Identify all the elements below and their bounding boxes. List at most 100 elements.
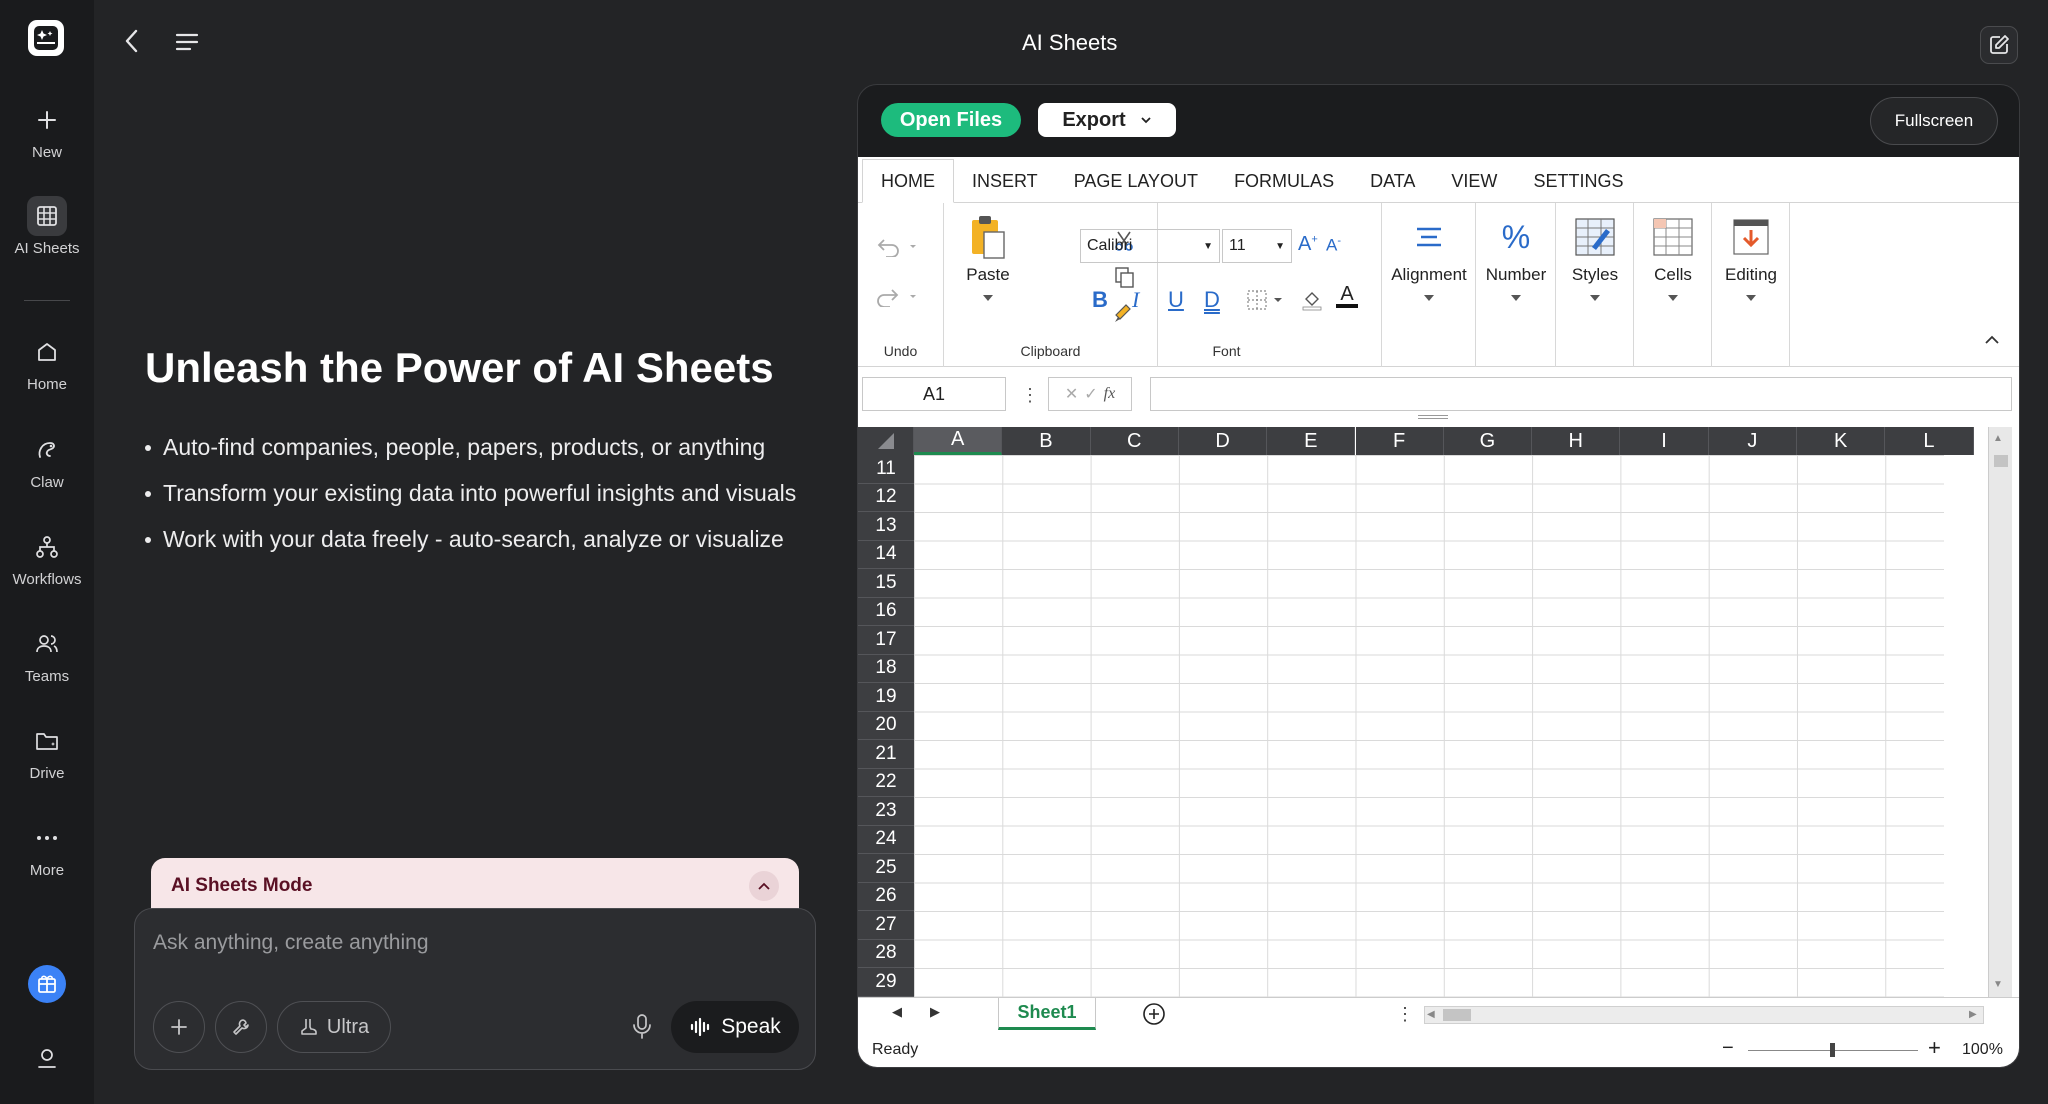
column-header[interactable]: I <box>1620 427 1709 455</box>
collapse-mode-button[interactable] <box>749 871 779 901</box>
bold-icon[interactable]: B <box>1092 287 1108 313</box>
sidebar-item-new[interactable]: New <box>0 100 94 161</box>
scroll-left-icon[interactable]: ◀ <box>1427 1009 1435 1020</box>
column-header[interactable]: F <box>1355 427 1444 455</box>
sidebar-item-ai-sheets[interactable]: AI Sheets <box>0 196 94 257</box>
cancel-icon[interactable]: ✕ <box>1065 384 1078 404</box>
name-box[interactable]: A1 <box>862 377 1006 411</box>
confirm-icon[interactable]: ✓ <box>1084 384 1097 404</box>
underline-icon[interactable]: U <box>1168 287 1184 313</box>
sidebar-item-drive[interactable]: Drive <box>0 721 94 782</box>
number-button[interactable]: % Number <box>1476 215 1556 301</box>
resize-handle[interactable] <box>1418 415 1448 419</box>
tab-settings[interactable]: SETTINGS <box>1515 160 1641 202</box>
italic-icon[interactable]: I <box>1132 287 1139 313</box>
row-header[interactable]: 28 <box>858 939 914 968</box>
increase-font-icon[interactable]: A+ <box>1298 233 1318 256</box>
column-header[interactable]: A <box>914 427 1003 455</box>
select-all-corner[interactable] <box>858 427 914 455</box>
row-header[interactable]: 13 <box>858 512 914 541</box>
row-header[interactable]: 12 <box>858 483 914 512</box>
chat-input[interactable] <box>153 927 793 959</box>
gift-icon[interactable] <box>27 964 67 1004</box>
row-header[interactable]: 18 <box>858 654 914 683</box>
column-header[interactable]: B <box>1002 427 1091 455</box>
row-header[interactable]: 17 <box>858 626 914 655</box>
alignment-button[interactable]: Alignment <box>1382 215 1476 301</box>
sidebar-item-home[interactable]: Home <box>0 332 94 393</box>
fx-icon[interactable]: fx <box>1104 385 1116 403</box>
row-header[interactable]: 14 <box>858 540 914 569</box>
column-header[interactable]: J <box>1708 427 1797 455</box>
vertical-scrollbar[interactable]: ▲ ▼ <box>1988 427 2012 997</box>
row-header[interactable]: 23 <box>858 797 914 826</box>
microphone-icon[interactable] <box>631 1013 653 1041</box>
double-underline-icon[interactable]: D <box>1204 287 1220 313</box>
scroll-right-icon[interactable]: ▶ <box>1969 1009 1977 1020</box>
row-header[interactable]: 29 <box>858 968 914 997</box>
open-files-button[interactable]: Open Files <box>881 103 1021 137</box>
export-button[interactable]: Export <box>1038 103 1176 137</box>
tab-data[interactable]: DATA <box>1352 160 1433 202</box>
zoom-out-icon[interactable]: − <box>1722 1037 1734 1060</box>
sidebar-item-claw[interactable]: Claw <box>0 430 94 491</box>
row-header[interactable]: 27 <box>858 911 914 940</box>
tab-view[interactable]: VIEW <box>1433 160 1515 202</box>
editing-button[interactable]: Editing <box>1712 215 1790 301</box>
kebab-icon[interactable]: ⋮ <box>1396 1004 1414 1025</box>
scroll-thumb[interactable] <box>1443 1009 1471 1021</box>
row-header[interactable]: 20 <box>858 711 914 740</box>
scroll-up-icon[interactable]: ▲ <box>1993 433 2003 444</box>
column-header[interactable]: L <box>1885 427 1974 455</box>
horizontal-scrollbar[interactable]: ◀ ▶ <box>1424 1006 1984 1024</box>
cells-button[interactable]: Cells <box>1634 215 1712 301</box>
tools-button[interactable] <box>215 1001 267 1053</box>
add-button[interactable] <box>153 1001 205 1053</box>
next-sheet-icon[interactable]: ▶ <box>930 1004 940 1020</box>
column-header[interactable]: K <box>1797 427 1886 455</box>
redo-icon[interactable] <box>874 287 918 307</box>
column-header[interactable]: C <box>1090 427 1179 455</box>
row-header[interactable]: 21 <box>858 740 914 769</box>
font-size-select[interactable]: 11 ▼ <box>1222 229 1292 263</box>
sidebar-item-workflows[interactable]: Workflows <box>0 527 94 588</box>
column-header[interactable]: E <box>1267 427 1356 455</box>
row-header[interactable]: 15 <box>858 569 914 598</box>
kebab-icon[interactable]: ⋮ <box>1021 385 1039 406</box>
zoom-slider-thumb[interactable] <box>1830 1043 1835 1057</box>
row-header[interactable]: 25 <box>858 854 914 883</box>
new-chat-button[interactable] <box>1980 26 2018 64</box>
font-name-select[interactable]: Calibri ▼ <box>1080 229 1220 263</box>
add-sheet-icon[interactable] <box>1142 1002 1166 1026</box>
styles-button[interactable]: Styles <box>1556 215 1634 301</box>
profile-icon[interactable] <box>27 1038 67 1078</box>
font-color-icon[interactable]: A <box>1336 283 1358 308</box>
zoom-in-icon[interactable]: + <box>1928 1035 1941 1061</box>
tab-page-layout[interactable]: PAGE LAYOUT <box>1056 160 1216 202</box>
fullscreen-button[interactable]: Fullscreen <box>1870 97 1998 145</box>
undo-icon[interactable] <box>874 237 918 257</box>
fill-color-icon[interactable] <box>1300 287 1324 311</box>
sheet-tab-sheet1[interactable]: Sheet1 <box>998 998 1096 1030</box>
row-header[interactable]: 16 <box>858 597 914 626</box>
collapse-ribbon-icon[interactable] <box>1984 333 2000 345</box>
formula-input[interactable] <box>1150 377 2012 411</box>
row-header[interactable]: 11 <box>858 455 914 484</box>
sidebar-item-more[interactable]: More <box>0 818 94 879</box>
tab-insert[interactable]: INSERT <box>954 160 1056 202</box>
back-icon[interactable] <box>120 26 144 56</box>
row-header[interactable]: 24 <box>858 825 914 854</box>
scroll-thumb[interactable] <box>1994 455 2008 467</box>
app-logo[interactable] <box>28 20 64 56</box>
paste-button[interactable]: Paste <box>958 215 1018 301</box>
cell-area[interactable] <box>914 455 1944 997</box>
prev-sheet-icon[interactable]: ◀ <box>892 1004 902 1020</box>
sidebar-item-teams[interactable]: Teams <box>0 624 94 685</box>
column-header[interactable]: H <box>1532 427 1621 455</box>
column-header[interactable]: D <box>1178 427 1268 455</box>
ultra-button[interactable]: Ultra <box>277 1001 391 1053</box>
borders-icon[interactable] <box>1246 289 1286 311</box>
tab-home[interactable]: HOME <box>862 159 954 203</box>
row-header[interactable]: 22 <box>858 768 914 797</box>
decrease-font-icon[interactable]: A- <box>1326 235 1341 256</box>
